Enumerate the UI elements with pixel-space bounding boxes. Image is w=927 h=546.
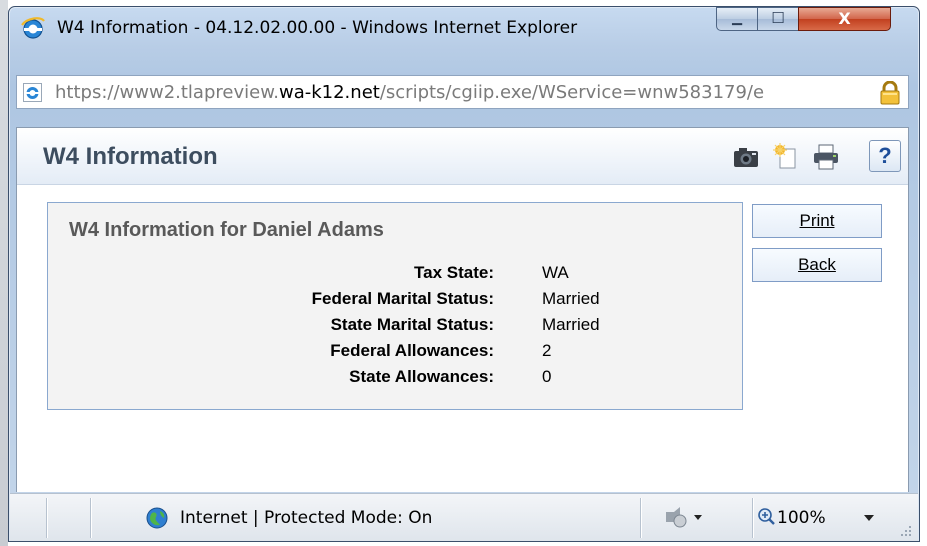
url-subdomain: www2.tlapreview.	[119, 82, 279, 103]
print-button[interactable]: Print	[752, 204, 882, 238]
title-bar[interactable]: W4 Information - 04.12.02.00.00 - Window…	[9, 7, 919, 47]
url-text[interactable]: https://www2.tlapreview.wa-k12.net/scrip…	[55, 82, 764, 103]
maximize-button[interactable]: ☐	[757, 7, 799, 31]
state-allowances-label: State Allowances:	[349, 367, 494, 386]
lock-icon[interactable]	[879, 81, 901, 105]
window-title: W4 Information - 04.12.02.00.00 - Window…	[57, 18, 578, 38]
address-bar[interactable]: https://www2.tlapreview.wa-k12.net/scrip…	[16, 75, 909, 109]
status-bar: Internet | Protected Mode: On 100%	[10, 493, 918, 541]
federal-allowances-label: Federal Allowances:	[330, 341, 494, 360]
camera-icon[interactable]	[731, 142, 761, 172]
state-allowances-value: 0	[542, 367, 552, 386]
security-zone-text[interactable]: Internet | Protected Mode: On	[180, 508, 432, 528]
page-title: W4 Information	[43, 143, 218, 170]
url-path: /scripts/cgiip.exe/WService=wnw583179/e	[379, 82, 765, 103]
federal-marital-status-value: Married	[542, 289, 600, 308]
tax-state-label: Tax State:	[414, 263, 494, 282]
maximize-icon: ☐	[771, 9, 785, 27]
help-button[interactable]: ?	[869, 140, 901, 172]
back-button[interactable]: Back	[752, 248, 882, 282]
globe-icon	[146, 507, 168, 529]
federal-marital-status-label: Federal Marital Status:	[311, 289, 494, 308]
status-divider	[640, 498, 641, 538]
close-icon: X	[838, 9, 851, 28]
status-divider	[90, 498, 91, 538]
zoom-level[interactable]: 100%	[777, 508, 826, 528]
state-marital-status-value: Married	[542, 315, 600, 334]
minimize-button[interactable]: ▁	[716, 7, 758, 31]
close-button[interactable]: X	[798, 7, 891, 31]
status-divider	[46, 498, 47, 538]
help-icon: ?	[878, 143, 892, 168]
ie-window: W4 Information - 04.12.02.00.00 - Window…	[8, 6, 920, 542]
tax-state-value: WA	[542, 263, 569, 282]
popup-settings-icon[interactable]	[662, 502, 708, 532]
ie-logo-icon	[21, 17, 45, 39]
federal-allowances-value: 2	[542, 341, 552, 360]
state-marital-status-label: State Marital Status:	[330, 315, 494, 334]
zoom-icon[interactable]	[756, 502, 776, 532]
url-scheme: https://	[55, 82, 120, 103]
desktop-background	[0, 0, 8, 546]
resize-grip-icon[interactable]	[900, 525, 912, 537]
minimize-icon: ▁	[732, 11, 742, 26]
ie-page-icon	[23, 83, 42, 102]
url-domain: wa-k12.net	[278, 82, 380, 103]
print-icon[interactable]	[811, 142, 841, 172]
chevron-down-icon[interactable]	[860, 502, 878, 532]
status-divider	[752, 498, 753, 538]
w4-info-panel: W4 Information for Daniel Adams Tax Stat…	[47, 202, 743, 410]
new-page-icon[interactable]	[771, 142, 801, 172]
page-content: W4 Information ? W4 Information for Dani…	[16, 127, 909, 492]
panel-title: W4 Information for Daniel Adams	[69, 219, 384, 241]
page-header: W4 Information ?	[17, 128, 908, 185]
